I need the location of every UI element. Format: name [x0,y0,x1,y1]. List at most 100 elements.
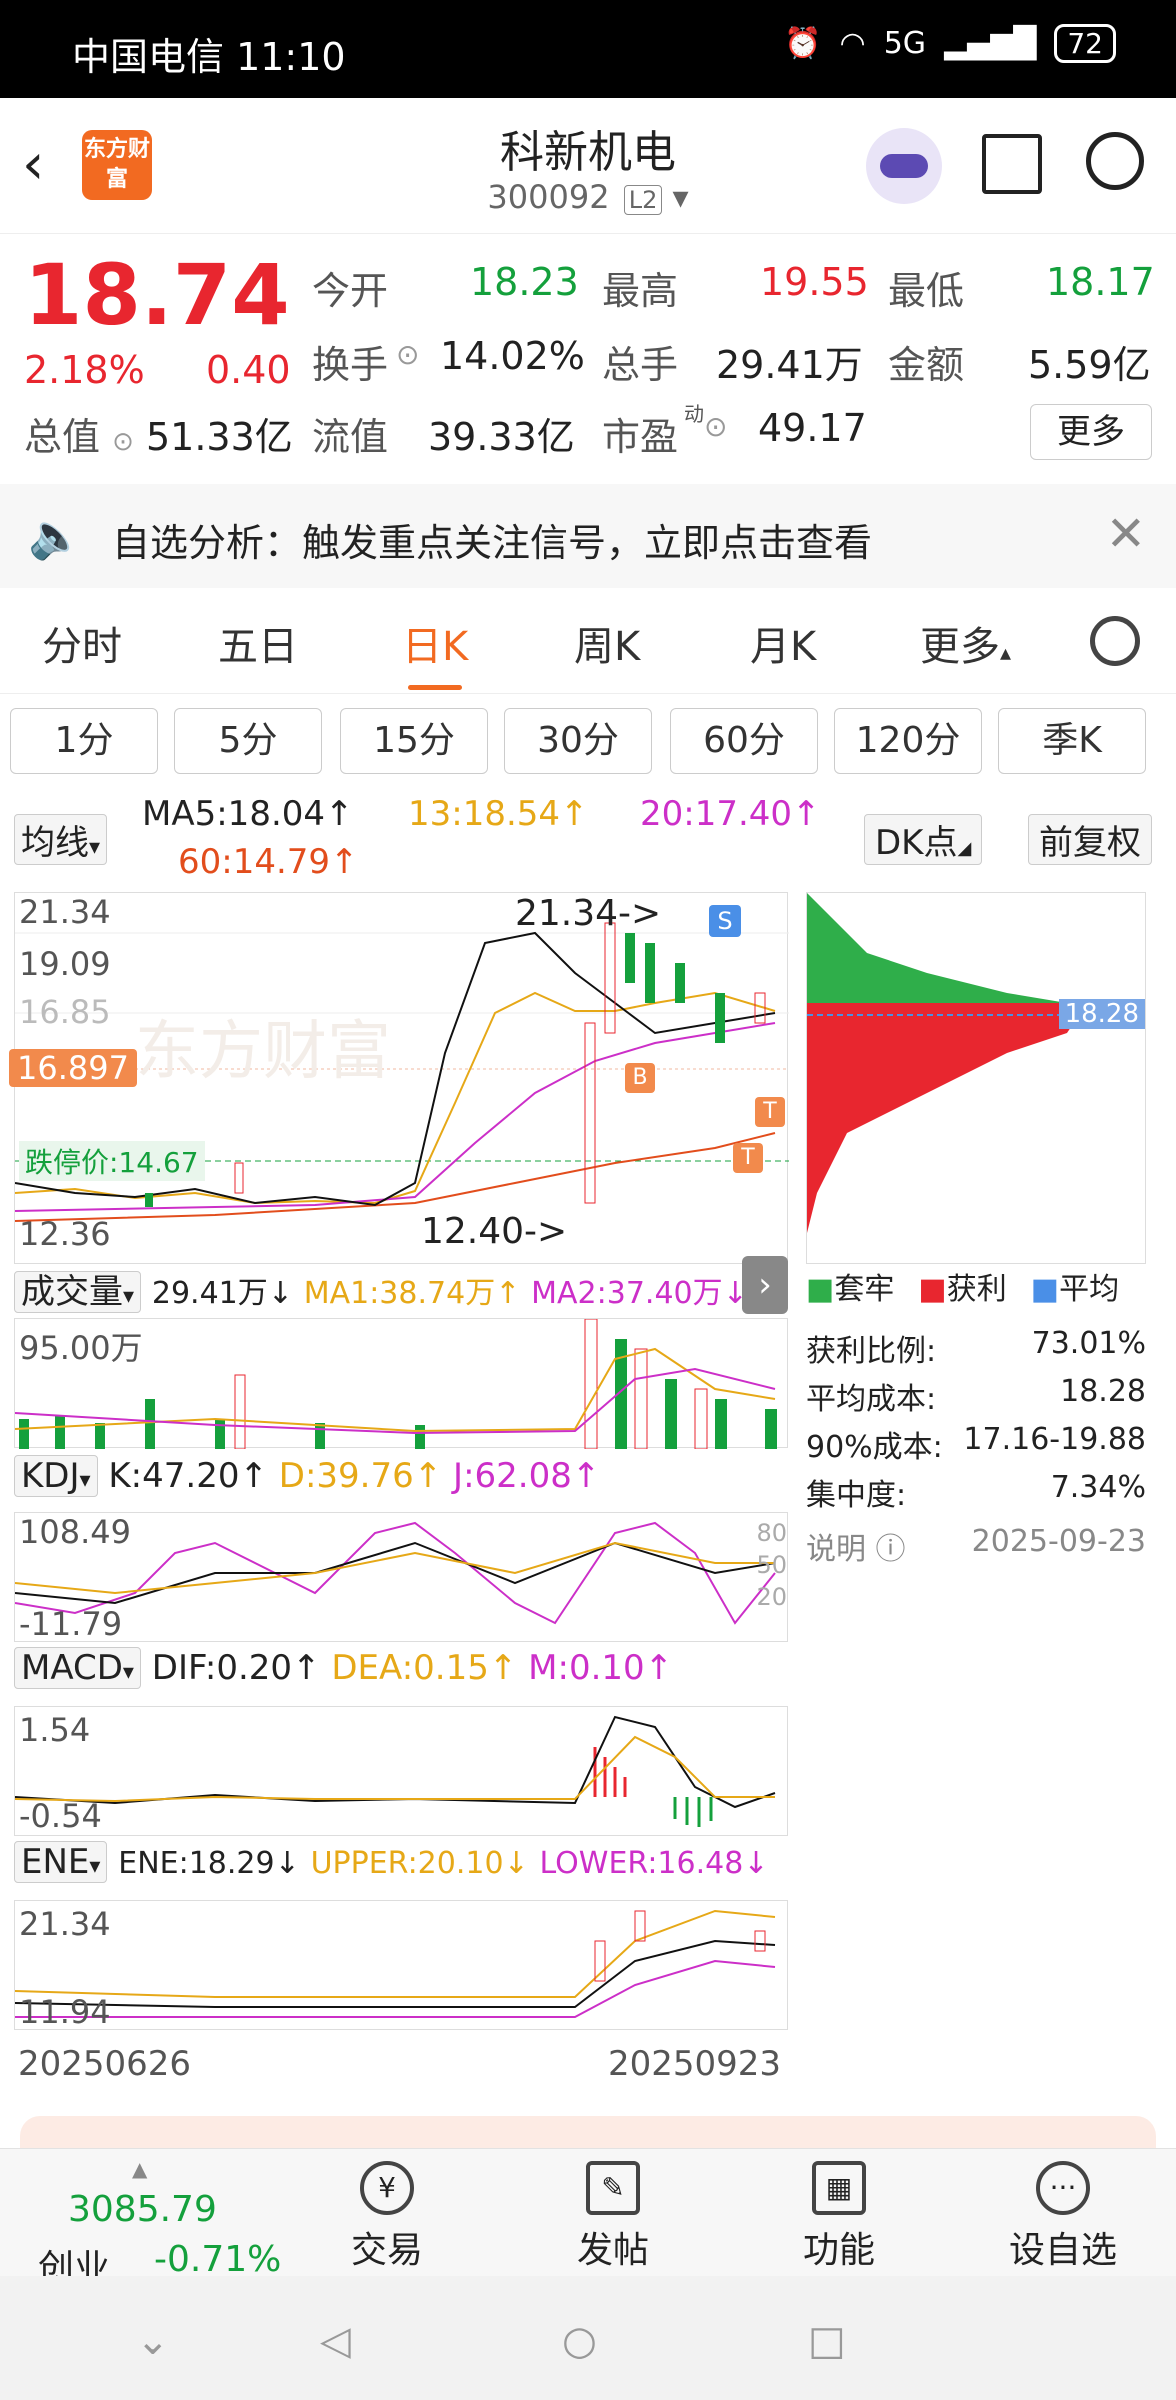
ma-selector-label: 均线 [21,823,89,863]
recents-nav-icon[interactable]: □ [808,2318,846,2364]
period-quarter[interactable]: 季K [998,708,1146,774]
ene-lower-line [15,1959,776,2018]
macd-bars-negative [673,1797,713,1827]
turnover-value: 14.02% [440,334,585,378]
cost-note-row: 说明 ⓘ 2025-09-23 [806,1524,1146,1572]
add-watchlist-button[interactable]: ··· 设自选 [988,2161,1138,2273]
ene-chart[interactable]: 21.34 11.94 [14,1900,788,2031]
volume-selector[interactable]: 成交量▾ [14,1271,142,1313]
ma20-value: 20:17.40↑ [640,794,821,834]
signal-t-icon[interactable]: T [755,1097,785,1127]
change-amount: 0.40 [206,348,291,392]
avg-cost-tag: 18.28 [1058,999,1145,1029]
macd-selector[interactable]: MACD▾ [14,1647,141,1689]
yen-icon: ¥ [360,2161,414,2215]
ene-selector[interactable]: ENE▾ [14,1841,108,1883]
functions-button[interactable]: ▦ 功能 [764,2161,914,2273]
limit-down-label: 跌停价:14.67 [19,1141,205,1181]
back-nav-icon[interactable]: ◁ [320,2318,351,2364]
home-nav-icon[interactable]: ○ [562,2318,597,2364]
close-icon[interactable]: ✕ [1106,506,1146,562]
pe-superscript: 动 [684,402,704,426]
period-buttons: 1分 5分 15分 30分 60分 120分 季K [0,708,1176,778]
cost-info: 获利比例: 73.01% 平均成本: 18.28 90%成本: 17.16-19.88… [806,1326,1146,1572]
tab-weekly-k[interactable]: 周K [574,614,640,672]
dk-label: DK点 [875,823,958,863]
period-5min[interactable]: 5分 [174,708,322,774]
collapse-icon[interactable]: ⌄ [136,2318,170,2364]
tab-intraday[interactable]: 分时 [42,614,122,672]
info-icon[interactable]: ⊙ [704,410,727,443]
tab-daily-k[interactable]: 日K [402,614,468,690]
search-icon[interactable] [1086,132,1144,190]
volume-ma2: MA2:37.40万↓ [531,1276,748,1311]
chevron-down-icon: ▾ [123,1284,135,1309]
carrier-time: 中国电信 11:10 [72,35,346,79]
caret-up-icon: ▲ [132,2157,148,2181]
level-badge: L2 [623,185,663,215]
functions-label: 功能 [802,2230,875,2271]
macd-dif: DIF:0.20↑ [151,1648,321,1688]
mktcap-value: 51.33亿 [146,415,293,459]
chevron-down-icon: ▾ [89,835,101,860]
open-value: 18.23 [470,260,579,304]
period-120min[interactable]: 120分 [834,708,982,774]
tab-five-day[interactable]: 五日 [218,614,298,672]
volume-value: 29.41万↓ [151,1276,293,1311]
cost-row-value: 7.34% [1050,1470,1146,1505]
speaker-icon: 🔈 [28,511,83,562]
period-1min[interactable]: 1分 [10,708,158,774]
info-icon[interactable]: ⊙ [112,427,134,457]
signal-t-icon[interactable]: T [733,1143,763,1173]
y-mid-label: 19.09 [19,945,111,983]
caret-up-icon: ▴ [1000,641,1012,666]
legend-swatch: ■ [1030,1272,1060,1307]
ene-upper: UPPER:20.10↓ [310,1846,529,1881]
volume-selector-label: 成交量 [21,1272,123,1312]
kdj-chart[interactable]: 108.49 -11.79 80 50 20 [14,1512,788,1643]
period-15min[interactable]: 15分 [340,708,488,774]
kdj-selector[interactable]: KDJ▾ [14,1455,98,1497]
trapped-area [807,893,1067,1003]
signal-b-icon[interactable]: B [625,1063,655,1093]
high-value: 19.55 [760,260,869,304]
candle [625,933,635,983]
gear-icon[interactable] [1090,616,1140,666]
analysis-notice[interactable]: 🔈 自选分析：触发重点关注信号，立即点击查看 ✕ [0,484,1176,588]
period-30min[interactable]: 30分 [504,708,652,774]
bottom-toolbar: ▲ 3085.79 创业 -0.71% ¥ 交易 ✎ 发帖 ▦ 功能 ··· 设自选 [0,2148,1176,2289]
ai-assistant-icon[interactable] [866,128,942,204]
share-icon[interactable] [982,134,1042,194]
signal-s-icon[interactable]: S [709,905,741,937]
edit-icon: ✎ [586,2161,640,2215]
dk-point-selector[interactable]: DK点◢ [864,814,983,865]
volume-label: 总手 [602,343,679,387]
amount-label: 金额 [888,343,965,387]
volume-chart[interactable]: 95.00万 [14,1318,788,1450]
index-value: 3085.79 [68,2189,217,2230]
period-60min[interactable]: 60分 [670,708,818,774]
post-button[interactable]: ✎ 发帖 [538,2161,688,2273]
more-button[interactable]: 更多 [1030,404,1152,460]
macd-chart[interactable]: 1.54 -0.54 [14,1706,788,1836]
expand-arrow-icon[interactable]: › [742,1256,788,1314]
cost-row: 平均成本: 18.28 [806,1374,1146,1422]
tab-more[interactable]: 更多▴ [920,614,1011,672]
info-icon[interactable]: ⊙ [396,338,419,371]
cost-distribution[interactable]: 18.28 [806,892,1147,1264]
cost-row: 90%成本: 17.16-19.88 [806,1422,1146,1470]
k-line-chart[interactable]: 东方财富 21.34 19.09 16.85 12.36 16.897 跌停价:… [9,892,789,1264]
mktcap-label: 总值 [24,415,101,459]
trade-button[interactable]: ¥ 交易 [312,2161,462,2273]
ma-selector[interactable]: 均线▾ [14,814,108,865]
cost-note[interactable]: 说明 ⓘ [806,1524,906,1572]
chevron-down-icon: ▾ [672,178,689,216]
cost-legend: ■套牢 ■ 获利 ■平均 [806,1264,1119,1308]
legend-average: ■平均 [1031,1264,1119,1308]
macd-bars-positive [593,1747,627,1797]
legend-label: 获利 [946,1272,1007,1307]
adjust-selector[interactable]: 前复权 [1028,814,1152,865]
ene-y-top: 21.34 [19,1905,111,1943]
legend-trapped: ■套牢 [806,1264,894,1308]
tab-monthly-k[interactable]: 月K [750,614,816,672]
